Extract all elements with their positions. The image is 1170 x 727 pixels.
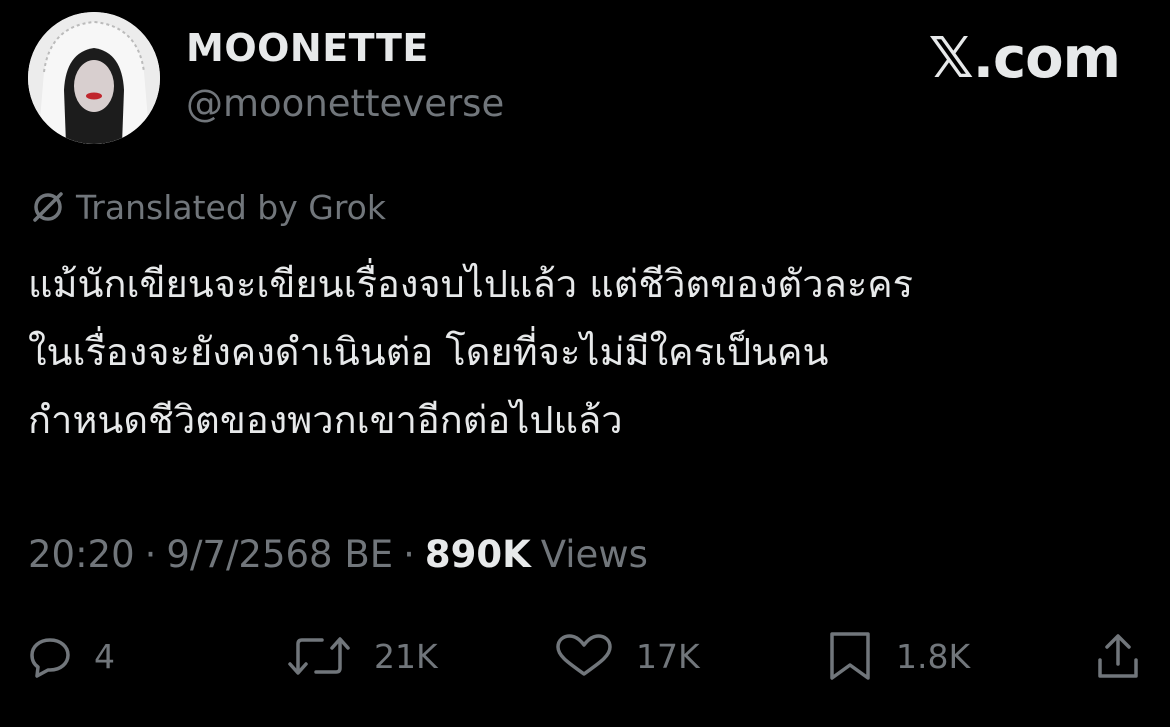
views-label: Views — [540, 532, 648, 576]
tweet-line: กำหนดชีวิตของพวกเขาอีกต่อไปแล้ว — [28, 398, 623, 442]
like-count: 17K — [636, 636, 700, 676]
tweet-line: แม้นักเขียนจะเขียนเรื่องจบไปแล้ว แต่ชีวิ… — [28, 262, 914, 306]
reply-button[interactable]: 4 — [28, 628, 115, 684]
separator: · — [144, 532, 157, 576]
tweet-line: ในเรื่องจะยังคงดำเนินต่อ โดยที่จะไม่มีใค… — [28, 330, 829, 374]
repost-icon — [288, 637, 350, 675]
tweet-meta: 20:20 · 9/7/2568 BE · 890K Views — [28, 528, 648, 580]
tweet-text: แม้นักเขียนจะเขียนเรื่องจบไปแล้ว แต่ชีวิ… — [28, 250, 1138, 454]
avatar-image — [28, 12, 160, 144]
repost-count: 21K — [374, 636, 438, 676]
views-count[interactable]: 890K — [425, 533, 531, 576]
translation-label: Translated by Grok — [76, 187, 386, 227]
share-icon — [1098, 634, 1138, 678]
brand-logo: 𝕏.com — [928, 26, 1121, 91]
repost-button[interactable]: 21K — [286, 628, 438, 684]
display-name[interactable]: MOONETTE — [186, 26, 429, 70]
bookmark-count: 1.8K — [896, 636, 971, 676]
translation-notice: Translated by Grok — [28, 184, 386, 230]
action-bar: 4 21K 17K 1.8K — [28, 628, 1140, 684]
user-handle[interactable]: @moonetteverse — [186, 82, 504, 125]
share-button[interactable] — [1096, 628, 1140, 684]
like-button[interactable]: 17K — [554, 628, 700, 684]
separator: · — [403, 532, 415, 576]
avatar[interactable] — [28, 12, 160, 144]
tweet-time[interactable]: 20:20 — [28, 533, 135, 576]
grok-icon — [28, 187, 68, 227]
bookmark-button[interactable]: 1.8K — [826, 628, 970, 684]
reply-count: 4 — [94, 636, 115, 676]
heart-icon — [556, 634, 612, 676]
reply-icon — [30, 638, 70, 678]
tweet-date[interactable]: 9/7/2568 BE — [166, 533, 393, 576]
bookmark-icon — [830, 632, 870, 680]
